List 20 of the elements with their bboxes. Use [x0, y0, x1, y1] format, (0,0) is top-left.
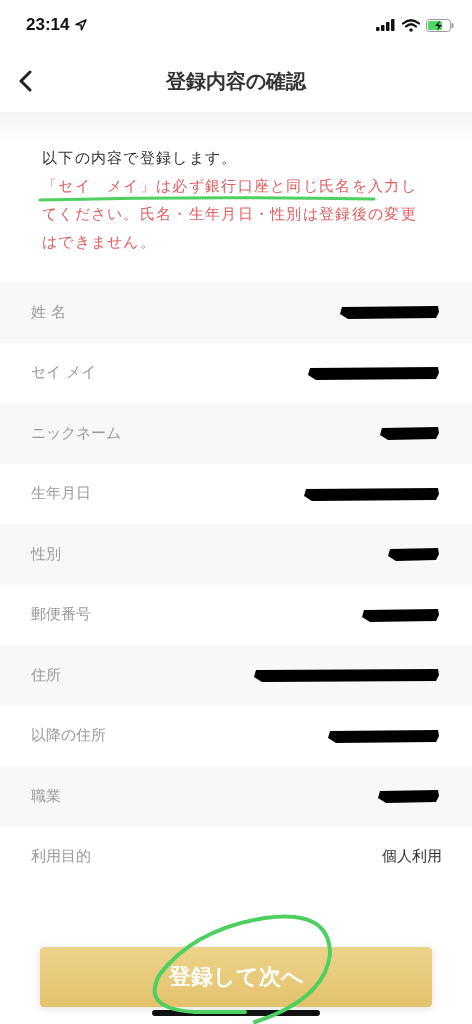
field-label: ニックネーム	[31, 423, 121, 443]
field-value: 個人利用	[382, 847, 442, 867]
clock-time: 23:14	[26, 15, 70, 35]
field-label: 姓 名	[31, 302, 66, 322]
field-label: 性別	[31, 544, 61, 564]
warning-text: 「セイ メイ」は必ず銀行口座と同じ氏名を入力してください。氏名・生年月日・性別は登録後の変更はできません。	[42, 176, 418, 253]
field-label: 住所	[31, 665, 61, 685]
field-label: 生年月日	[31, 484, 91, 504]
field-label: 利用目的	[31, 847, 91, 867]
battery-icon	[426, 18, 454, 32]
wifi-icon	[402, 18, 420, 32]
field-label: 職業	[31, 786, 61, 806]
intro-text: 以下の内容で登録します。	[42, 148, 239, 169]
field-label: セイ メイ	[31, 363, 96, 383]
signal-icon	[376, 19, 396, 31]
screen-title: 登録内容の確認	[166, 67, 306, 95]
location-arrow-icon	[75, 19, 88, 31]
field-label: 以降の住所	[31, 726, 106, 746]
field-label: 郵便番号	[31, 605, 91, 625]
submit-button[interactable]: 登録して次へ	[40, 947, 432, 1007]
